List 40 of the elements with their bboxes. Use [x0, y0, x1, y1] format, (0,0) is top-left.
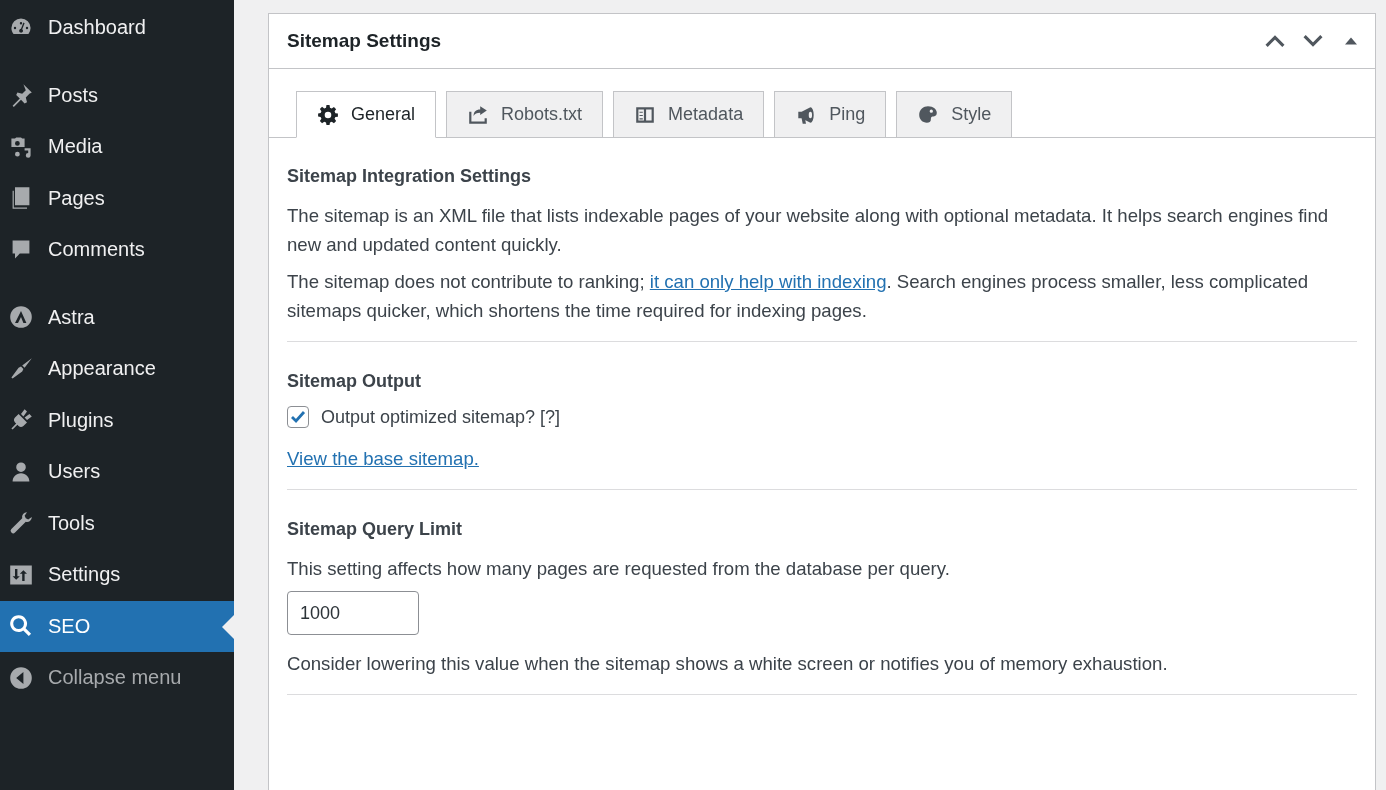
palette-icon [917, 103, 940, 126]
panel-title: Sitemap Settings [287, 30, 442, 52]
settings-tab[interactable]: Metadata [613, 91, 765, 138]
checkbox[interactable] [287, 406, 309, 428]
section-heading: Sitemap Integration Settings [287, 166, 533, 187]
share-box-icon [467, 103, 490, 126]
description-text: The sitemap is an XML file that lists indexable pages of your website along with optional metadata. It helps search engines find new and updated content quickly. [287, 204, 1330, 257]
sidebar-menu-item[interactable]: SEO [0, 600, 234, 652]
settings-tab[interactable]: Ping [774, 91, 887, 138]
sidebar-menu-item[interactable]: Dashboard [0, 2, 234, 54]
description-text: This setting affects how many pages are requested from the database per query. [287, 557, 951, 581]
paintbrush-icon [9, 356, 33, 381]
current-pointer-icon [222, 614, 234, 639]
collapse-menu-button[interactable]: Collapse menu [0, 652, 234, 704]
wrench-icon [9, 511, 33, 536]
section-heading: Sitemap Query Limit [287, 519, 464, 540]
sliders-icon [9, 562, 33, 587]
query-limit-field[interactable]: 1000 [287, 591, 419, 635]
sidebar-menu-item[interactable]: Media [0, 121, 234, 173]
camera-music-icon [9, 134, 33, 159]
settings-tab[interactable]: Robots.txt [446, 91, 604, 138]
checkbox-label: Output optimized sitemap? [?] [321, 406, 561, 428]
sidebar-menu-item[interactable]: Posts [0, 69, 234, 121]
settings-tab[interactable]: Style [896, 91, 1013, 138]
gear-icon [317, 103, 339, 126]
sidebar-menu-item[interactable]: Plugins [0, 394, 234, 446]
section-heading: Sitemap Output [287, 371, 422, 392]
sidebar-menu-item[interactable]: Appearance [0, 343, 234, 395]
settings-tab[interactable]: General [296, 91, 437, 138]
sidebar-menu-item[interactable]: Settings [0, 549, 234, 601]
search-icon [9, 614, 33, 639]
description-text: The sitemap does not contribute to ranking; it can only help with indexing. Search engines process smaller, less complicated sitemaps quicker, which shortens the time required for indexing pages. [287, 270, 1310, 323]
sidebar-menu-item[interactable]: Astra [0, 291, 234, 343]
sidebar-menu-item[interactable]: Comments [0, 224, 234, 276]
description-text: Consider lowering this value when the sitemap shows a white screen or notifies you of memory exhaustion. [287, 652, 1169, 676]
inline-link[interactable]: it can only help with indexing [649, 271, 887, 292]
sidebar-menu-item[interactable]: Pages [0, 172, 234, 224]
base-sitemap-link[interactable]: View the base sitemap. [287, 448, 479, 469]
sidebar-menu-item[interactable]: Users [0, 446, 234, 498]
sidebar-menu-item[interactable]: Tools [0, 497, 234, 549]
